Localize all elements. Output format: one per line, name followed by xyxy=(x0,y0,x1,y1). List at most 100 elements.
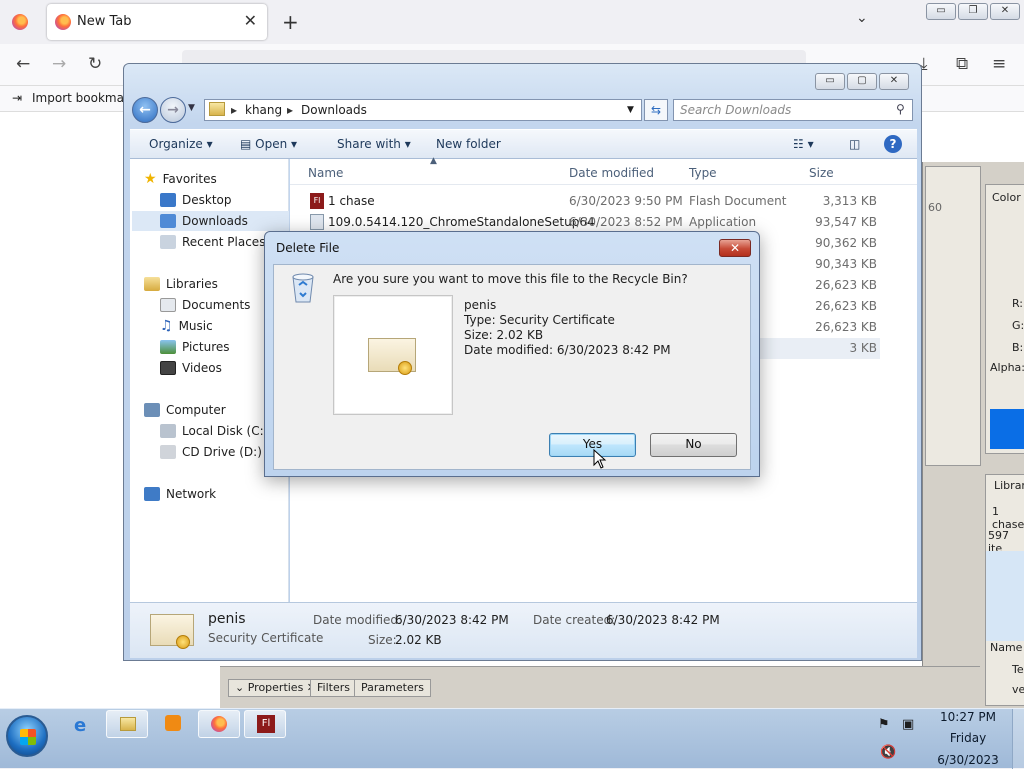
minimize-button[interactable]: ▭ xyxy=(926,3,956,20)
column-size[interactable]: Size xyxy=(809,166,834,180)
pictures-icon xyxy=(160,340,176,354)
taskbar-explorer[interactable] xyxy=(106,710,148,738)
folder-icon xyxy=(209,102,225,116)
minimize-button[interactable]: ▭ xyxy=(815,73,845,90)
nav-computer[interactable]: Computer xyxy=(144,400,226,420)
extensions-icon[interactable]: ⧉ xyxy=(956,54,968,74)
taskbar-flash[interactable]: Fl xyxy=(244,710,286,738)
application-icon xyxy=(310,214,324,230)
dialog-close-button[interactable]: ✕ xyxy=(719,239,751,257)
hard-drive-icon xyxy=(160,424,176,438)
column-name[interactable]: Name xyxy=(308,166,343,180)
address-bar[interactable]: ▸ khang ▸ Downloads ▼ xyxy=(204,99,642,121)
taskbar-firefox[interactable] xyxy=(198,710,240,738)
forward-button[interactable]: → xyxy=(160,97,186,123)
details-file-name: penis xyxy=(208,611,246,627)
clock-day[interactable]: Friday xyxy=(928,731,1008,745)
column-date-modified[interactable]: Date modified xyxy=(569,166,654,180)
nav-cd-drive[interactable]: CD Drive (D:) W xyxy=(160,442,278,462)
nav-recent-places[interactable]: Recent Places xyxy=(160,232,265,252)
nav-libraries-label: Libraries xyxy=(166,277,218,291)
view-options-icon[interactable]: ☷ ▾ xyxy=(793,137,814,151)
reload-icon[interactable]: ↻ xyxy=(88,54,102,74)
taskbar-media-player[interactable] xyxy=(152,713,194,741)
nav-videos[interactable]: Videos xyxy=(160,358,222,378)
back-button[interactable]: ← xyxy=(132,97,158,123)
close-button[interactable]: ✕ xyxy=(879,73,909,90)
nav-local-disk[interactable]: Local Disk (C:) xyxy=(160,421,268,441)
start-button[interactable] xyxy=(6,715,48,757)
libraries-icon xyxy=(144,277,160,291)
open-button[interactable]: ▤ Open ▾ xyxy=(240,137,297,151)
clock-time[interactable]: 10:27 PM xyxy=(928,710,1008,724)
volume-muted-icon[interactable]: 🔇 xyxy=(880,745,896,760)
dialog-body: Are you sure you want to move this file … xyxy=(273,264,751,470)
details-date-modified: 6/30/2023 8:42 PM xyxy=(395,613,509,627)
nav-pictures[interactable]: Pictures xyxy=(160,337,230,357)
file-row[interactable]: Fl 1 chase 6/30/2023 9:50 PM Flash Docum… xyxy=(290,191,890,212)
recent-places-icon xyxy=(160,235,176,249)
breadcrumb-downloads[interactable]: Downloads xyxy=(301,103,367,117)
nav-downloads[interactable]: Downloads xyxy=(132,211,289,231)
file-date: 6/30/2023 9:50 PM xyxy=(569,194,683,208)
list-tabs-icon[interactable]: ⌄ xyxy=(856,10,868,26)
help-icon[interactable]: ? xyxy=(884,135,902,153)
address-row: ← → ▼ ▸ khang ▸ Downloads ▼ ⇆ Search Dow… xyxy=(130,97,917,125)
column-type[interactable]: Type xyxy=(689,166,717,180)
color-swatch[interactable] xyxy=(990,409,1024,449)
firefox-menu-icon[interactable] xyxy=(12,14,28,30)
alpha-label: Alpha: xyxy=(990,361,1024,374)
refresh-icon[interactable]: ⇆ xyxy=(644,99,668,121)
nav-network[interactable]: Network xyxy=(144,484,216,504)
tab-close-icon[interactable]: ✕ xyxy=(244,11,257,30)
tab-filters[interactable]: Filters xyxy=(310,679,357,697)
close-button[interactable]: ✕ xyxy=(990,3,1020,20)
organize-button[interactable]: Organize ▾ xyxy=(149,137,213,151)
tab-parameters[interactable]: Parameters xyxy=(354,679,431,697)
forward-icon[interactable]: → xyxy=(52,54,66,74)
tab-new-tab[interactable]: New Tab ✕ xyxy=(47,4,267,40)
preview-pane-icon[interactable]: ◫ xyxy=(849,137,860,151)
maximize-button[interactable]: ▢ xyxy=(847,73,877,90)
library-row[interactable]: Te xyxy=(1012,663,1024,676)
nav-libraries[interactable]: Libraries xyxy=(144,274,218,294)
recent-pages-icon[interactable]: ▼ xyxy=(188,103,195,113)
details-file-type: Security Certificate xyxy=(208,631,324,645)
library-row[interactable]: ver xyxy=(1012,683,1024,696)
dialog-file-type: Type: Security Certificate xyxy=(464,313,615,327)
star-icon: ★ xyxy=(144,171,157,187)
address-dropdown-icon[interactable]: ▼ xyxy=(627,105,634,115)
firefox-icon xyxy=(55,14,71,30)
file-name: 1 chase xyxy=(328,194,375,208)
file-row[interactable]: 109.0.5414.120_ChromeStandaloneSetup64 6… xyxy=(290,212,890,233)
clock-date[interactable]: 6/30/2023 xyxy=(928,753,1008,767)
menu-icon[interactable]: ≡ xyxy=(992,54,1006,74)
taskbar-internet-explorer[interactable]: e xyxy=(62,713,102,741)
nav-computer-label: Computer xyxy=(166,403,226,417)
no-button[interactable]: No xyxy=(650,433,737,457)
breadcrumb-khang[interactable]: khang xyxy=(245,103,282,117)
network-icon xyxy=(144,487,160,501)
new-folder-button[interactable]: New folder xyxy=(436,137,501,151)
search-downloads-input[interactable]: Search Downloads ⚲ xyxy=(673,99,913,121)
library-dropdown[interactable]: 1 chase xyxy=(992,505,1024,531)
maximize-button[interactable]: ❐ xyxy=(958,3,988,20)
nav-music[interactable]: ♫ Music xyxy=(160,316,213,336)
action-center-flag-icon[interactable]: ⚑ xyxy=(878,717,890,732)
nav-favorites[interactable]: ★ Favorites xyxy=(144,169,217,189)
show-desktop-button[interactable] xyxy=(1012,709,1024,769)
library-panel: Library 1 chase 597 ite Name Te ver xyxy=(985,474,1024,706)
tab-parameters-label: Parameters xyxy=(361,681,424,694)
tab-properties[interactable]: ⌄ Properties ✕ xyxy=(228,679,324,697)
tab-properties-label: Properties xyxy=(247,681,304,694)
nav-desktop[interactable]: Desktop xyxy=(160,190,232,210)
firefox-icon xyxy=(211,716,227,732)
back-icon[interactable]: ← xyxy=(16,54,30,74)
share-with-button[interactable]: Share with ▾ xyxy=(337,137,411,151)
network-tray-icon[interactable]: ▣ xyxy=(902,717,914,732)
tab-filters-label: Filters xyxy=(317,681,350,694)
new-tab-button[interactable]: + xyxy=(282,10,299,34)
flash-file-icon: Fl xyxy=(310,193,324,209)
nav-documents[interactable]: Documents xyxy=(160,295,250,315)
folder-icon xyxy=(120,717,136,731)
